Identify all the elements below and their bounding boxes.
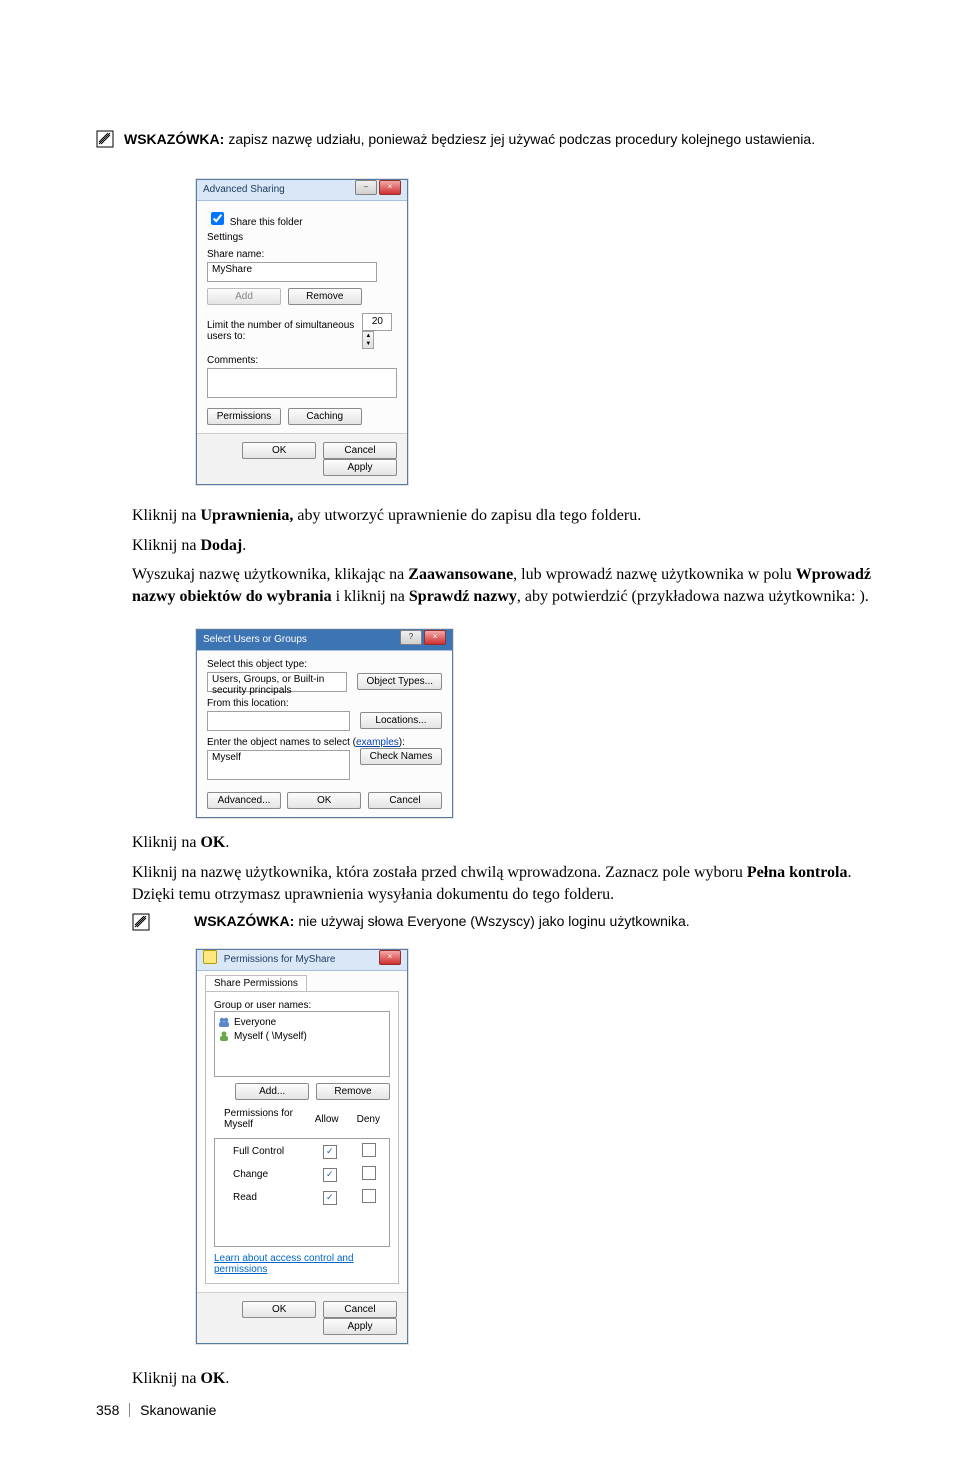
titlebar: Select Users or Groups ? ×	[197, 630, 452, 651]
footer-separator	[129, 1403, 130, 1417]
paragraph-permissions: Kliknij na Uprawnienia, aby utworzyć upr…	[132, 505, 894, 527]
folder-icon	[203, 950, 217, 964]
window-buttons: ? ×	[400, 630, 446, 650]
share-folder-checkbox[interactable]: Share this folder	[207, 217, 303, 228]
dialog-body: Share Permissions Group or user names: E…	[197, 971, 407, 1292]
location-label: From this location:	[207, 698, 442, 709]
close-button[interactable]: ×	[424, 630, 446, 645]
cancel-button[interactable]: Cancel	[323, 442, 397, 459]
limit-users-label: Limit the number of simultaneous users t…	[207, 320, 362, 342]
apply-button[interactable]: Apply	[323, 1318, 397, 1335]
hint-label: WSKAZÓWKA:	[194, 913, 294, 929]
share-folder-checkbox-input[interactable]	[211, 212, 224, 225]
minimize-button[interactable]: –	[355, 180, 377, 195]
allow-header: Allow	[307, 1106, 347, 1132]
locations-button[interactable]: Locations...	[360, 712, 442, 729]
check-names-button[interactable]: Check Names	[360, 748, 442, 765]
hint-label: WSKAZÓWKA:	[124, 131, 224, 147]
comments-label: Comments:	[207, 355, 397, 366]
allow-read-checkbox[interactable]: ✓	[323, 1191, 337, 1205]
list-item[interactable]: Everyone	[218, 1015, 386, 1029]
dialog-title: Permissions for MyShare	[224, 954, 336, 965]
remove-button[interactable]: Remove	[288, 288, 362, 305]
titlebar: Advanced Sharing – ×	[197, 180, 407, 201]
group-icon	[218, 1016, 230, 1028]
examples-link[interactable]: examples	[356, 737, 399, 748]
hint-2: WSKAZÓWKA: nie używaj słowa Everyone (Ws…	[132, 913, 894, 931]
page-number: 358	[96, 1402, 119, 1418]
select-users-dialog: Select Users or Groups ? × Select this o…	[196, 629, 453, 818]
page-footer: 358 Skanowanie	[96, 1402, 216, 1418]
dialog-body: Select this object type: Users, Groups, …	[197, 651, 452, 817]
object-types-button[interactable]: Object Types...	[357, 673, 442, 690]
deny-change-checkbox[interactable]	[362, 1166, 376, 1180]
group-users-label: Group or user names:	[214, 1000, 390, 1011]
object-type-label: Select this object type:	[207, 659, 442, 670]
remove-button[interactable]: Remove	[316, 1083, 390, 1100]
share-name-label: Share name:	[207, 249, 397, 260]
enter-names-label: Enter the object names to select (exampl…	[207, 737, 442, 748]
close-button[interactable]: ×	[379, 950, 401, 965]
hint-body-2: nie używaj słowa Everyone (Wszyscy) jako…	[298, 913, 689, 929]
advanced-sharing-dialog: Advanced Sharing – × Share this folder S…	[196, 179, 408, 485]
permissions-button[interactable]: Permissions	[207, 408, 281, 425]
paragraph-ok-2: Kliknij na OK.	[132, 1368, 894, 1390]
deny-read-checkbox[interactable]	[362, 1189, 376, 1203]
table-row: Read ✓	[217, 1187, 387, 1208]
note-icon	[132, 913, 150, 931]
limit-users-input[interactable]: 20	[362, 313, 392, 331]
note-icon	[96, 130, 114, 148]
hint-1: WSKAZÓWKA: zapisz nazwę udziału, poniewa…	[96, 130, 894, 149]
users-listbox[interactable]: Everyone Myself ( \Myself)	[214, 1011, 390, 1077]
advanced-button[interactable]: Advanced...	[207, 792, 281, 809]
deny-header: Deny	[349, 1106, 388, 1132]
apply-button[interactable]: Apply	[323, 459, 397, 476]
paragraph-fullcontrol: Kliknij na nazwę użytkownika, która zost…	[132, 862, 894, 905]
cancel-button[interactable]: Cancel	[323, 1301, 397, 1318]
paragraph-add: Kliknij na Dodaj.	[132, 535, 894, 557]
share-name-input[interactable]: MyShare	[207, 262, 377, 282]
ok-button[interactable]: OK	[287, 792, 361, 809]
section-name: Skanowanie	[140, 1402, 216, 1418]
table-row: Change ✓	[217, 1164, 387, 1185]
titlebar: Permissions for MyShare ×	[197, 950, 407, 971]
tab-share-permissions[interactable]: Share Permissions	[205, 975, 307, 991]
dialog-footer: OK Cancel Apply	[197, 1292, 407, 1343]
ok-button[interactable]: OK	[242, 1301, 316, 1318]
learn-link[interactable]: Learn about access control and permissio…	[214, 1253, 354, 1275]
hint-body-1: zapisz nazwę udziału, ponieważ będziesz …	[228, 131, 815, 147]
close-button[interactable]: ×	[379, 180, 401, 195]
allow-change-checkbox[interactable]: ✓	[323, 1168, 337, 1182]
deny-full-checkbox[interactable]	[362, 1143, 376, 1157]
permissions-table: Permissions for Myself Allow Deny	[214, 1104, 390, 1134]
object-type-input[interactable]: Users, Groups, or Built-in security prin…	[207, 672, 347, 692]
spin-control[interactable]: ▲▼	[362, 331, 374, 349]
table-row: Full Control ✓	[217, 1141, 387, 1162]
settings-group-label: Settings	[207, 232, 397, 243]
add-button[interactable]: Add	[207, 288, 281, 305]
object-names-input[interactable]: Myself	[207, 750, 350, 780]
paragraph-search: Wyszukaj nazwę użytkownika, klikając na …	[132, 564, 894, 607]
user-icon	[218, 1030, 230, 1042]
allow-full-checkbox[interactable]: ✓	[323, 1145, 337, 1159]
window-buttons: – ×	[355, 180, 401, 200]
paragraph-ok-1: Kliknij na OK.	[132, 832, 894, 854]
perm-for-label: Permissions for Myself	[216, 1106, 305, 1132]
help-button[interactable]: ?	[400, 630, 422, 645]
ok-button[interactable]: OK	[242, 442, 316, 459]
dialog-footer: OK Cancel Apply	[197, 433, 407, 484]
cancel-button[interactable]: Cancel	[368, 792, 442, 809]
window-buttons: ×	[379, 950, 401, 970]
location-input[interactable]	[207, 711, 350, 731]
dialog-body: Share this folder Settings Share name: M…	[197, 201, 407, 433]
dialog-title: Select Users or Groups	[203, 630, 307, 650]
comments-input[interactable]	[207, 368, 397, 398]
permissions-values-table: Full Control ✓ Change ✓ Read ✓	[214, 1138, 390, 1247]
dialog-title: Advanced Sharing	[203, 180, 285, 200]
caching-button[interactable]: Caching	[288, 408, 362, 425]
add-button[interactable]: Add...	[235, 1083, 309, 1100]
permissions-dialog: Permissions for MyShare × Share Permissi…	[196, 949, 408, 1344]
list-item[interactable]: Myself ( \Myself)	[218, 1029, 386, 1043]
